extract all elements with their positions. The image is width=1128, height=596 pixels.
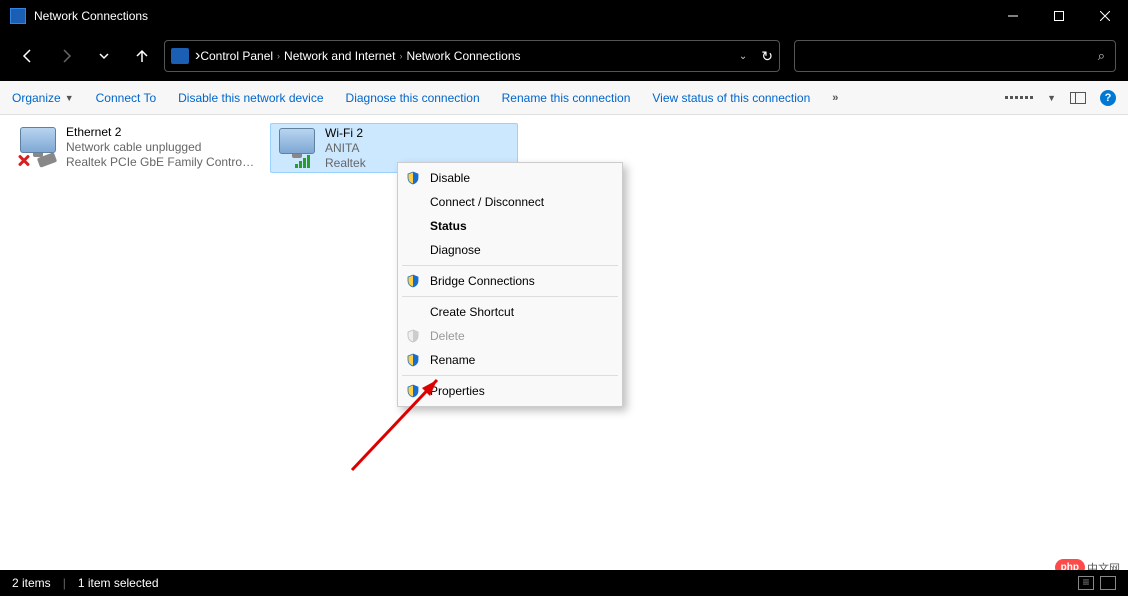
menu-separator (402, 296, 618, 297)
connection-device: Realtek (325, 156, 366, 170)
context-menu: Disable Connect / Disconnect Status Diag… (397, 162, 623, 407)
preview-pane-icon[interactable] (1070, 92, 1086, 104)
shield-icon (406, 171, 420, 185)
menu-properties[interactable]: Properties (398, 379, 622, 403)
ethernet-icon (16, 125, 60, 169)
breadcrumb-item[interactable]: Control Panel (200, 49, 273, 63)
menu-rename[interactable]: Rename (398, 348, 622, 372)
menu-create-shortcut[interactable]: Create Shortcut (398, 300, 622, 324)
details-view-icon[interactable] (1078, 576, 1094, 590)
app-icon (10, 8, 26, 24)
view-controls: ▼ ? (1005, 90, 1116, 106)
diagnose-button[interactable]: Diagnose this connection (346, 91, 480, 105)
wifi-icon (275, 126, 319, 170)
view-status-button[interactable]: View status of this connection (652, 91, 810, 105)
shield-icon (406, 353, 420, 367)
disable-device-button[interactable]: Disable this network device (178, 91, 323, 105)
menu-separator (402, 375, 618, 376)
location-icon (171, 48, 189, 64)
breadcrumb-item[interactable]: Network and Internet (284, 49, 395, 63)
menu-diagnose[interactable]: Diagnose (398, 238, 622, 262)
menu-connect-disconnect[interactable]: Connect / Disconnect (398, 190, 622, 214)
address-bar[interactable]: › Control Panel › Network and Internet ›… (164, 40, 780, 72)
menu-delete: Delete (398, 324, 622, 348)
shield-icon (406, 329, 420, 343)
menu-disable[interactable]: Disable (398, 166, 622, 190)
chevron-down-icon: ▼ (65, 93, 74, 103)
up-button[interactable] (126, 40, 158, 72)
selection-count: 1 item selected (78, 576, 159, 590)
shield-icon (406, 384, 420, 398)
tiles-view-icon[interactable] (1100, 576, 1116, 590)
organize-menu[interactable]: Organize ▼ (12, 91, 74, 105)
connection-device: Realtek PCIe GbE Family Controller (66, 155, 256, 170)
connect-to-button[interactable]: Connect To (96, 91, 157, 105)
shield-icon (406, 274, 420, 288)
connection-status: ANITA (325, 141, 366, 156)
command-toolbar: Organize ▼ Connect To Disable this netwo… (0, 81, 1128, 115)
chevron-down-icon[interactable]: ⌄ (739, 51, 747, 62)
item-count: 2 items (12, 576, 51, 590)
window-titlebar: Network Connections (0, 0, 1128, 32)
signal-strength-icon (295, 155, 310, 168)
breadcrumb: Control Panel › Network and Internet › N… (200, 49, 733, 63)
navigation-bar: › Control Panel › Network and Internet ›… (0, 32, 1128, 80)
view-mode-icons (1078, 576, 1116, 590)
status-bar: 2 items | 1 item selected (0, 570, 1128, 596)
chevron-right-icon: › (399, 51, 402, 61)
maximize-button[interactable] (1036, 0, 1082, 32)
chevron-down-icon[interactable]: ▼ (1047, 93, 1056, 103)
connection-name: Wi-Fi 2 (325, 126, 366, 141)
help-icon[interactable]: ? (1100, 90, 1116, 106)
view-mode-icon[interactable] (1005, 96, 1033, 99)
refresh-icon[interactable]: ↻ (761, 48, 773, 65)
close-button[interactable] (1082, 0, 1128, 32)
menu-bridge[interactable]: Bridge Connections (398, 269, 622, 293)
rename-button[interactable]: Rename this connection (502, 91, 631, 105)
back-button[interactable] (12, 40, 44, 72)
connection-status: Network cable unplugged (66, 140, 256, 155)
breadcrumb-item[interactable]: Network Connections (406, 49, 520, 63)
menu-separator (402, 265, 618, 266)
disconnected-icon (16, 153, 32, 169)
connection-ethernet[interactable]: Ethernet 2 Network cable unplugged Realt… (12, 123, 260, 173)
minimize-button[interactable] (990, 0, 1036, 32)
recent-dropdown[interactable] (88, 40, 120, 72)
search-input[interactable]: ⌕ (794, 40, 1116, 72)
window-controls (990, 0, 1128, 32)
overflow-menu[interactable]: » (832, 92, 839, 104)
forward-button[interactable] (50, 40, 82, 72)
window-title: Network Connections (34, 9, 990, 23)
connection-name: Ethernet 2 (66, 125, 256, 140)
chevron-right-icon: › (277, 51, 280, 61)
menu-status[interactable]: Status (398, 214, 622, 238)
search-icon: ⌕ (1098, 48, 1105, 64)
